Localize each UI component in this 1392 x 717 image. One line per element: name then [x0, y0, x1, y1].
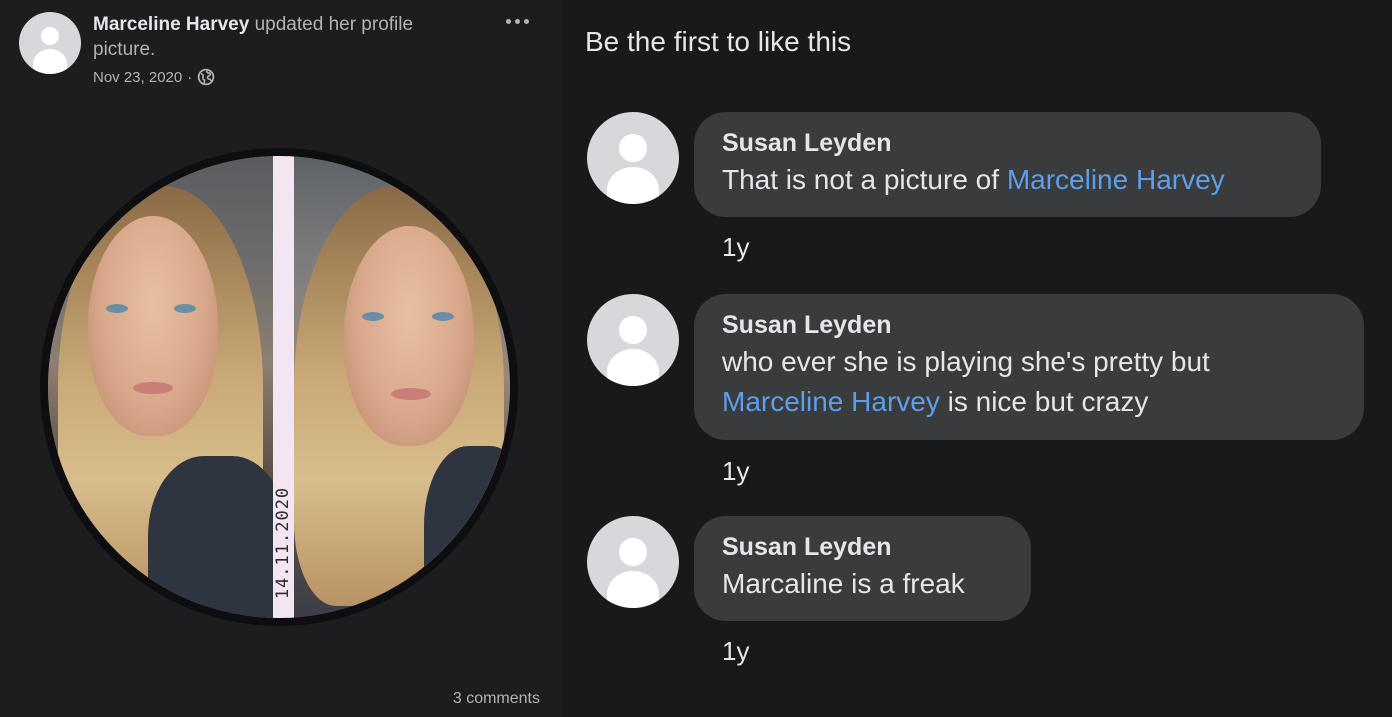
post-panel: Marceline Harvey updated her profile pic… [0, 0, 562, 717]
default-person-icon-head [619, 538, 647, 566]
comment-text-part: is nice but crazy [939, 386, 1149, 417]
comment-text: Marcaline is a freak [722, 564, 1003, 604]
comment-bubble: Susan Leyden That is not a picture of Ma… [694, 112, 1321, 217]
photo-jacket [424, 446, 510, 618]
default-person-icon-head [619, 316, 647, 344]
comment-bubble: Susan Leyden who ever she is playing she… [694, 294, 1364, 440]
post-date[interactable]: Nov 23, 2020 [93, 69, 182, 86]
photo-date-stamp-text: 14.11.2020 [273, 486, 294, 600]
comment-text: That is not a picture of Marceline Harve… [722, 160, 1293, 200]
more-options-icon [505, 18, 511, 24]
photo-eye [432, 312, 454, 321]
profile-picture[interactable]: 14.11.2020 [40, 148, 518, 626]
photo-face [88, 216, 218, 436]
default-person-icon-body [607, 349, 659, 386]
comment-timestamp[interactable]: 1y [722, 636, 749, 667]
more-options-button[interactable] [500, 8, 534, 34]
default-person-icon-body [607, 167, 659, 204]
author-avatar[interactable] [19, 12, 81, 74]
photo-eye [174, 304, 196, 313]
comment-text: who ever she is playing she's pretty but… [722, 342, 1336, 422]
photo-eye [106, 304, 128, 313]
post-title: Marceline Harvey updated her profile pic… [93, 12, 473, 62]
comment-author[interactable]: Susan Leyden [722, 308, 1336, 342]
comment-timestamp[interactable]: 1y [722, 456, 749, 487]
photo-lips [133, 382, 173, 394]
photo-eye [362, 312, 384, 321]
default-person-icon-head [40, 26, 60, 46]
post-meta: Nov 23, 2020 · [93, 68, 473, 86]
post-header: Marceline Harvey updated her profile pic… [93, 12, 473, 86]
commenter-avatar[interactable] [587, 516, 679, 608]
comment-text-part: who ever she is playing she's pretty but [722, 346, 1210, 377]
photo-left-half [48, 156, 288, 618]
meta-separator: · [187, 68, 193, 86]
comments-count-link[interactable]: 3 comments [453, 690, 540, 708]
profile-picture-frame: 14.11.2020 [48, 156, 510, 618]
default-person-icon-head [619, 134, 647, 162]
photo-date-stamp: 14.11.2020 [273, 478, 294, 608]
commenter-avatar[interactable] [587, 112, 679, 204]
post-author-name[interactable]: Marceline Harvey [93, 14, 249, 35]
photo-face [344, 226, 474, 446]
photo-lips [391, 388, 431, 400]
comments-panel: Be the first to like this Susan Leyden T… [562, 0, 1392, 717]
default-person-icon-body [32, 49, 68, 74]
more-dot [523, 18, 529, 24]
photo-jacket [148, 456, 288, 618]
photo-right-half [294, 156, 510, 618]
comment-bubble: Susan Leyden Marcaline is a freak [694, 516, 1031, 621]
more-dot [514, 18, 520, 24]
likes-summary: Be the first to like this [585, 26, 852, 57]
commenter-avatar[interactable] [587, 294, 679, 386]
comment-timestamp[interactable]: 1y [722, 232, 749, 263]
comment-author[interactable]: Susan Leyden [722, 126, 1293, 160]
comment-text-part: That is not a picture of [722, 164, 1007, 195]
globe-icon[interactable] [197, 68, 215, 86]
comment-mention-link[interactable]: Marceline Harvey [1007, 164, 1225, 195]
default-person-icon-body [607, 571, 659, 608]
comment-author[interactable]: Susan Leyden [722, 530, 1003, 564]
comment-mention-link[interactable]: Marceline Harvey [722, 386, 940, 417]
comment-text-part: Marcaline is a freak [722, 568, 965, 599]
